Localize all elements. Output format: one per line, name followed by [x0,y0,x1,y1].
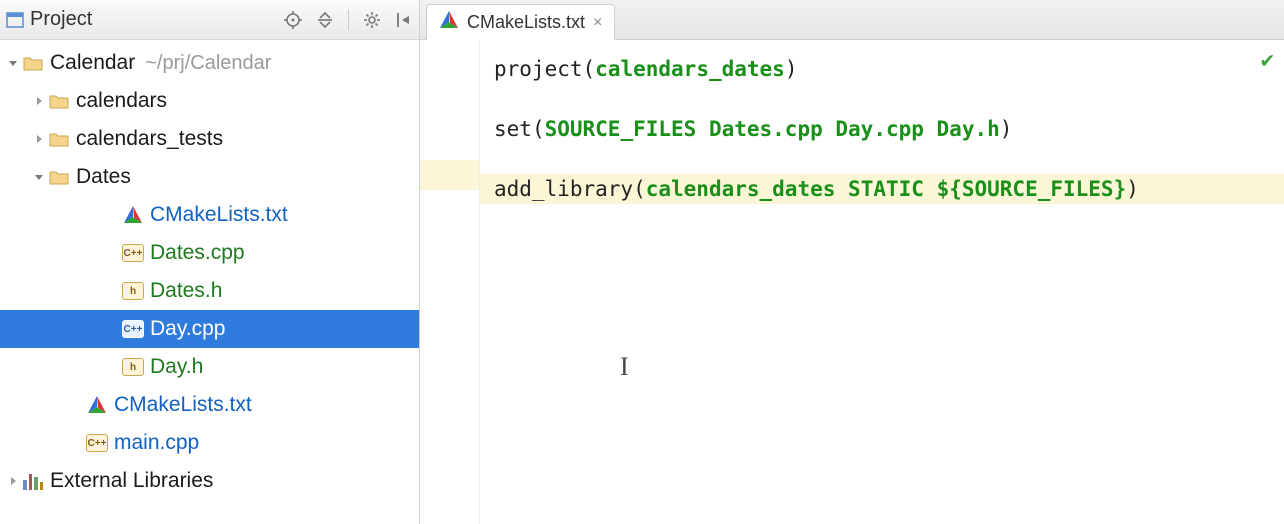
tree-folder-dates[interactable]: Dates [0,158,419,196]
header-file-icon [122,358,144,376]
code-token: set [494,117,532,141]
cmake-icon [122,205,144,225]
code-area[interactable]: ✔ project(calendars_dates) set(SOURCE_FI… [420,40,1284,524]
tree-file-root-cmake[interactable]: CMakeLists.txt [0,386,419,424]
header-file-icon [122,282,144,300]
code-token: calendars_dates [646,177,836,201]
editor-tab-cmake[interactable]: CMakeLists.txt × [426,4,615,40]
tree-file-dates-cpp[interactable]: Dates.cpp [0,234,419,272]
folder-icon [22,55,44,71]
folder-icon [48,131,70,147]
tree-item-label: main.cpp [114,431,199,455]
code-token: calendars_dates [595,57,785,81]
project-panel-tools [284,10,413,30]
chevron-right-icon[interactable] [4,475,22,487]
chevron-down-icon[interactable] [30,171,48,183]
project-tree[interactable]: Calendar ~/prj/Calendar calendars calend… [0,40,419,524]
tree-folder-calendars-tests[interactable]: calendars_tests [0,120,419,158]
inspection-ok-icon: ✔ [1261,48,1274,73]
editor-tabbar: CMakeLists.txt × [420,0,1284,40]
folder-icon [48,93,70,109]
code-token: project [494,57,583,81]
editor-pane: CMakeLists.txt × ✔ project(calendars_dat… [420,0,1284,524]
scroll-to-source-icon[interactable] [284,11,302,29]
hide-panel-icon[interactable] [395,11,413,29]
cpp-file-icon [86,434,108,452]
tree-file-day-cpp[interactable]: Day.cpp [0,310,419,348]
folder-icon [48,169,70,185]
libraries-icon [22,472,44,490]
project-panel-title: Project [30,8,284,31]
tree-item-label: CMakeLists.txt [114,393,252,417]
code-token: SOURCE_FILES Dates.cpp Day.cpp Day.h [545,117,1000,141]
settings-gear-icon[interactable] [363,11,381,29]
code-token: ${SOURCE_FILES} [937,177,1127,201]
code-token: add_library [494,177,633,201]
close-tab-icon[interactable]: × [593,14,602,32]
chevron-right-icon[interactable] [30,95,48,107]
tree-file-main-cpp[interactable]: main.cpp [0,424,419,462]
separator [348,10,349,30]
editor-gutter [420,40,480,524]
code-content[interactable]: ✔ project(calendars_dates) set(SOURCE_FI… [480,40,1284,524]
tree-file-day-h[interactable]: Day.h [0,348,419,386]
tree-external-libraries[interactable]: External Libraries [0,462,419,500]
text-cursor-icon: I [620,352,629,382]
tree-item-label: Dates.cpp [150,241,245,265]
tree-root-name: Calendar [50,51,135,75]
cpp-file-icon [122,244,144,262]
chevron-right-icon[interactable] [30,133,48,145]
editor-tab-label: CMakeLists.txt [467,12,585,33]
chevron-down-icon[interactable] [4,57,22,69]
project-panel-icon [6,11,24,29]
cmake-icon [86,395,108,415]
tree-item-label: Day.h [150,355,203,379]
project-panel-header: Project [0,0,419,40]
project-panel: Project Calendar ~/p [0,0,420,524]
tree-item-label: Dates.h [150,279,222,303]
tree-folder-calendars[interactable]: calendars [0,82,419,120]
tree-item-label: Dates [76,165,131,189]
tree-item-label: External Libraries [50,469,213,493]
cmake-icon [439,10,459,36]
collapse-all-icon[interactable] [316,11,334,29]
cpp-file-icon [122,320,144,338]
tree-root[interactable]: Calendar ~/prj/Calendar [0,44,419,82]
tree-item-label: Day.cpp [150,317,225,341]
tree-item-label: calendars [76,89,167,113]
tree-file-cmake[interactable]: CMakeLists.txt [0,196,419,234]
tree-item-label: calendars_tests [76,127,223,151]
tree-file-dates-h[interactable]: Dates.h [0,272,419,310]
tree-item-label: CMakeLists.txt [150,203,288,227]
tree-root-path: ~/prj/Calendar [145,52,271,75]
code-token: STATIC [848,177,924,201]
